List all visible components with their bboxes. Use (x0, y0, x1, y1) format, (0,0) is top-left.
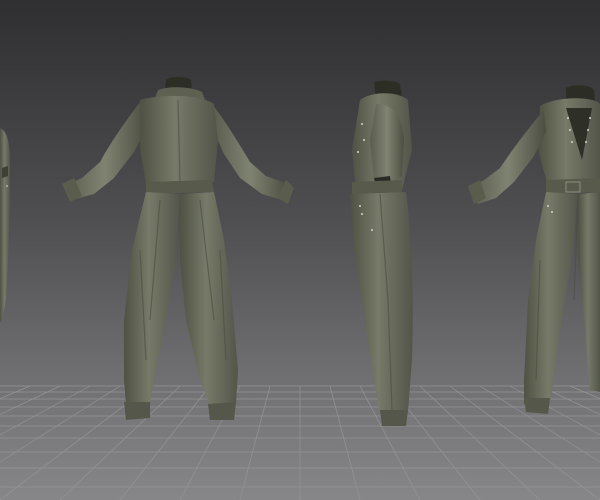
jumpsuit-back-view (62, 77, 294, 420)
scene-svg (0, 77, 600, 500)
jumpsuit-side-view (350, 80, 413, 426)
3d-viewport[interactable] (0, 0, 600, 500)
jumpsuit-left-partial (0, 128, 10, 322)
jumpsuit-front-view (468, 85, 600, 414)
floor-shade (0, 386, 600, 500)
